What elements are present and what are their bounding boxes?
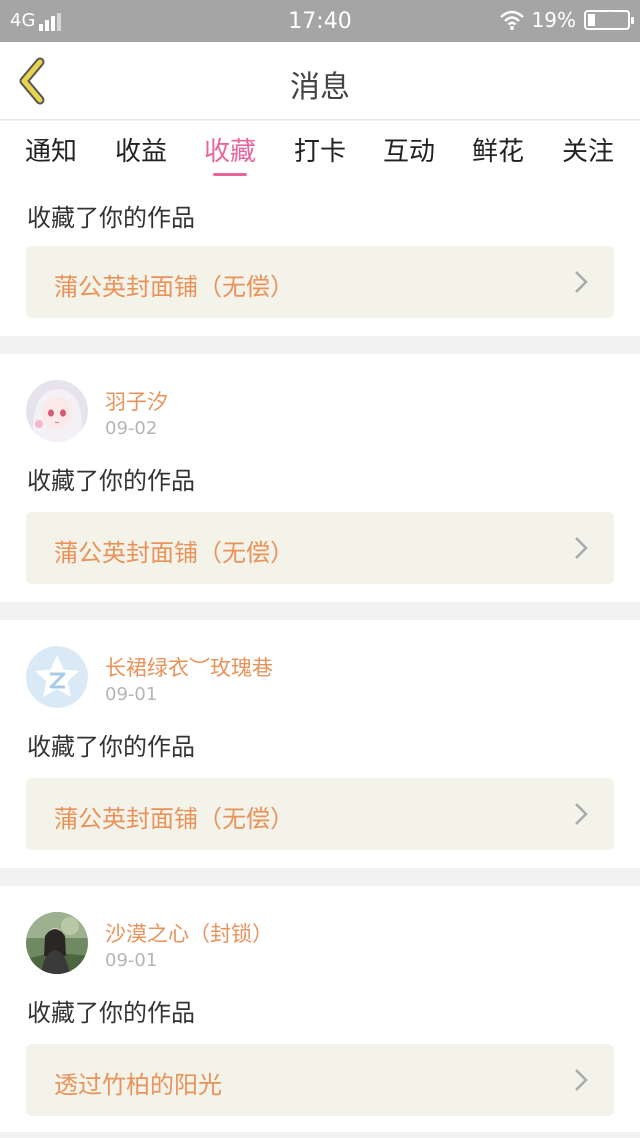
action-text: 收藏了你的作品 <box>27 733 195 761</box>
chevron-right-icon <box>575 803 588 825</box>
date: 09-01 <box>105 950 158 971</box>
wifi-icon <box>499 10 524 30</box>
nav-bar: 消息 <box>0 42 640 120</box>
list-item: 长裙绿衣︶玫瑰巷 09-01 收藏了你的作品 蒲公英封面铺（无偿） <box>0 620 640 868</box>
work-link[interactable]: 蒲公英封面铺（无偿） <box>26 778 614 850</box>
status-bar: 4G 17:40 19% ⚡ <box>0 0 640 42</box>
battery-percent: 19% <box>531 8 576 32</box>
work-title: 透过竹柏的阳光 <box>54 1071 222 1099</box>
work-title: 蒲公英封面铺（无偿） <box>54 273 294 301</box>
chevron-right-icon <box>575 1069 588 1091</box>
user-name[interactable]: 羽子汐 <box>105 386 168 416</box>
work-link[interactable]: 蒲公英封面铺（无偿） <box>26 246 614 318</box>
chevron-right-icon <box>575 537 588 559</box>
avatar[interactable] <box>26 646 88 708</box>
tab-earnings[interactable]: 收益 <box>101 131 181 168</box>
tab-flowers[interactable]: 鲜花 <box>458 131 538 168</box>
date: 09-02 <box>105 418 158 439</box>
list-item: 羽子汐 09-02 收藏了你的作品 蒲公英封面铺（无偿） <box>0 354 640 602</box>
status-right: 19% ⚡ <box>499 8 634 32</box>
tab-bar: 通知 收益 收藏 打卡 互动 鲜花 关注 <box>0 121 640 183</box>
work-title: 蒲公英封面铺（无偿） <box>54 539 294 567</box>
battery-icon: ⚡ <box>584 9 634 30</box>
photo-avatar-icon <box>26 912 88 974</box>
date: 09-01 <box>105 684 158 705</box>
avatar[interactable] <box>26 912 88 974</box>
anime-girl-avatar-icon <box>26 380 88 442</box>
list-item: 沙漠之心（封锁） 09-01 收藏了你的作品 透过竹柏的阳光 <box>0 886 640 1132</box>
work-title: 蒲公英封面铺（无偿） <box>54 805 294 833</box>
default-star-avatar-icon <box>26 646 88 708</box>
action-text: 收藏了你的作品 <box>27 999 195 1027</box>
tab-checkin[interactable]: 打卡 <box>280 131 360 168</box>
work-link[interactable]: 透过竹柏的阳光 <box>26 1044 614 1116</box>
user-name[interactable]: 长裙绿衣︶玫瑰巷 <box>105 652 273 682</box>
action-text: 收藏了你的作品 <box>27 204 195 232</box>
chevron-right-icon <box>575 271 588 293</box>
list-item: 收藏了你的作品 蒲公英封面铺（无偿） <box>0 183 640 336</box>
tab-favorites[interactable]: 收藏 <box>190 131 270 168</box>
active-tab-indicator <box>213 173 247 176</box>
tab-follow[interactable]: 关注 <box>548 131 628 168</box>
action-text: 收藏了你的作品 <box>27 467 195 495</box>
page-title: 消息 <box>290 70 350 105</box>
tab-interaction[interactable]: 互动 <box>369 131 449 168</box>
charging-icon: ⚡ <box>602 9 612 25</box>
avatar[interactable] <box>26 380 88 442</box>
work-link[interactable]: 蒲公英封面铺（无偿） <box>26 512 614 584</box>
user-name[interactable]: 沙漠之心（封锁） <box>105 918 273 948</box>
tab-notify[interactable]: 通知 <box>11 131 91 168</box>
